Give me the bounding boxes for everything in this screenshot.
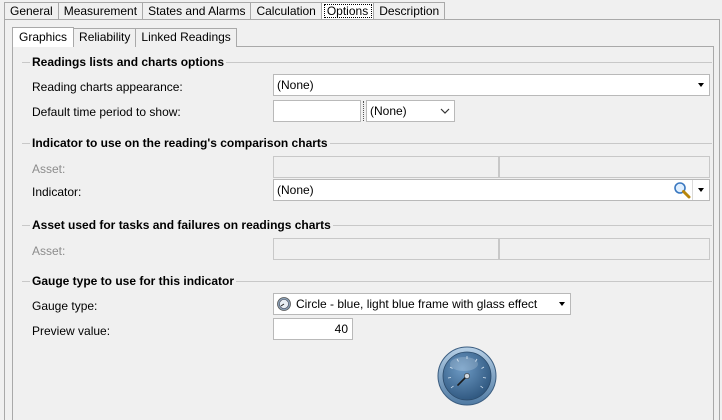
input-value: 40 <box>334 322 348 336</box>
tab-calculation[interactable]: Calculation <box>251 2 322 20</box>
tasks-failures-asset-group: Asset used for tasks and failures on rea… <box>22 217 712 233</box>
time-period-unit-dropdown[interactable]: (None) <box>366 100 455 122</box>
indicator-asset-field <box>273 156 499 178</box>
tab-states-and-alarms[interactable]: States and Alarms <box>143 2 252 20</box>
field-value: (None) <box>277 183 314 197</box>
tab-general[interactable]: General <box>4 2 59 20</box>
dropdown-value: Circle - blue, light blue frame with gla… <box>296 297 538 311</box>
circle-gauge-icon <box>277 297 291 311</box>
default-time-period-input[interactable] <box>273 100 361 122</box>
magnifier-icon[interactable] <box>673 181 691 199</box>
indicator-lookup-field[interactable]: (None) <box>273 179 710 201</box>
tasks-asset-field <box>273 238 499 260</box>
tab-linked-readings[interactable]: Linked Readings <box>136 28 237 47</box>
gauge-type-dropdown[interactable]: Circle - blue, light blue frame with gla… <box>273 293 571 315</box>
top-tab-strip: General Measurement States and Alarms Ca… <box>4 2 446 20</box>
group-title: Indicator to use on the reading's compar… <box>30 135 330 151</box>
dropdown-value: (None) <box>277 78 314 92</box>
tab-graphics[interactable]: Graphics <box>12 27 75 47</box>
dropdown-arrow-icon[interactable] <box>693 180 709 200</box>
tab-measurement[interactable]: Measurement <box>58 2 144 20</box>
chevron-down-icon[interactable] <box>436 101 454 121</box>
tab-description[interactable]: Description <box>374 2 446 20</box>
indicator-label: Indicator: <box>32 185 82 199</box>
spin-separator <box>363 101 364 121</box>
group-title: Readings lists and charts options <box>30 54 227 70</box>
tasks-asset-description-field <box>499 238 710 260</box>
tasks-asset-label: Asset: <box>32 244 66 258</box>
gauge-preview <box>437 346 497 406</box>
reading-charts-appearance-dropdown[interactable]: (None) <box>273 74 710 96</box>
comparison-indicator-group: Indicator to use on the reading's compar… <box>22 135 712 151</box>
inner-tab-strip: Graphics Reliability Linked Readings <box>12 27 237 47</box>
preview-value-input[interactable]: 40 <box>273 318 353 340</box>
dropdown-arrow-icon[interactable] <box>693 75 709 95</box>
default-time-period-label: Default time period to show: <box>32 105 181 119</box>
dropdown-arrow-icon[interactable] <box>554 294 570 314</box>
group-title: Asset used for tasks and failures on rea… <box>30 217 333 233</box>
indicator-asset-label: Asset: <box>32 162 66 176</box>
gauge-type-label: Gauge type: <box>32 299 98 313</box>
reading-charts-appearance-label: Reading charts appearance: <box>32 80 183 94</box>
group-title: Gauge type to use for this indicator <box>30 273 237 289</box>
preview-value-label: Preview value: <box>32 324 111 338</box>
readings-options-group: Readings lists and charts options <box>22 54 712 70</box>
gauge-preview-graphic <box>437 346 497 406</box>
tab-options[interactable]: Options <box>321 2 375 20</box>
indicator-asset-description-field <box>499 156 710 178</box>
tab-reliability[interactable]: Reliability <box>74 28 137 47</box>
dropdown-value: (None) <box>370 104 407 118</box>
gauge-type-group: Gauge type to use for this indicator <box>22 273 712 289</box>
